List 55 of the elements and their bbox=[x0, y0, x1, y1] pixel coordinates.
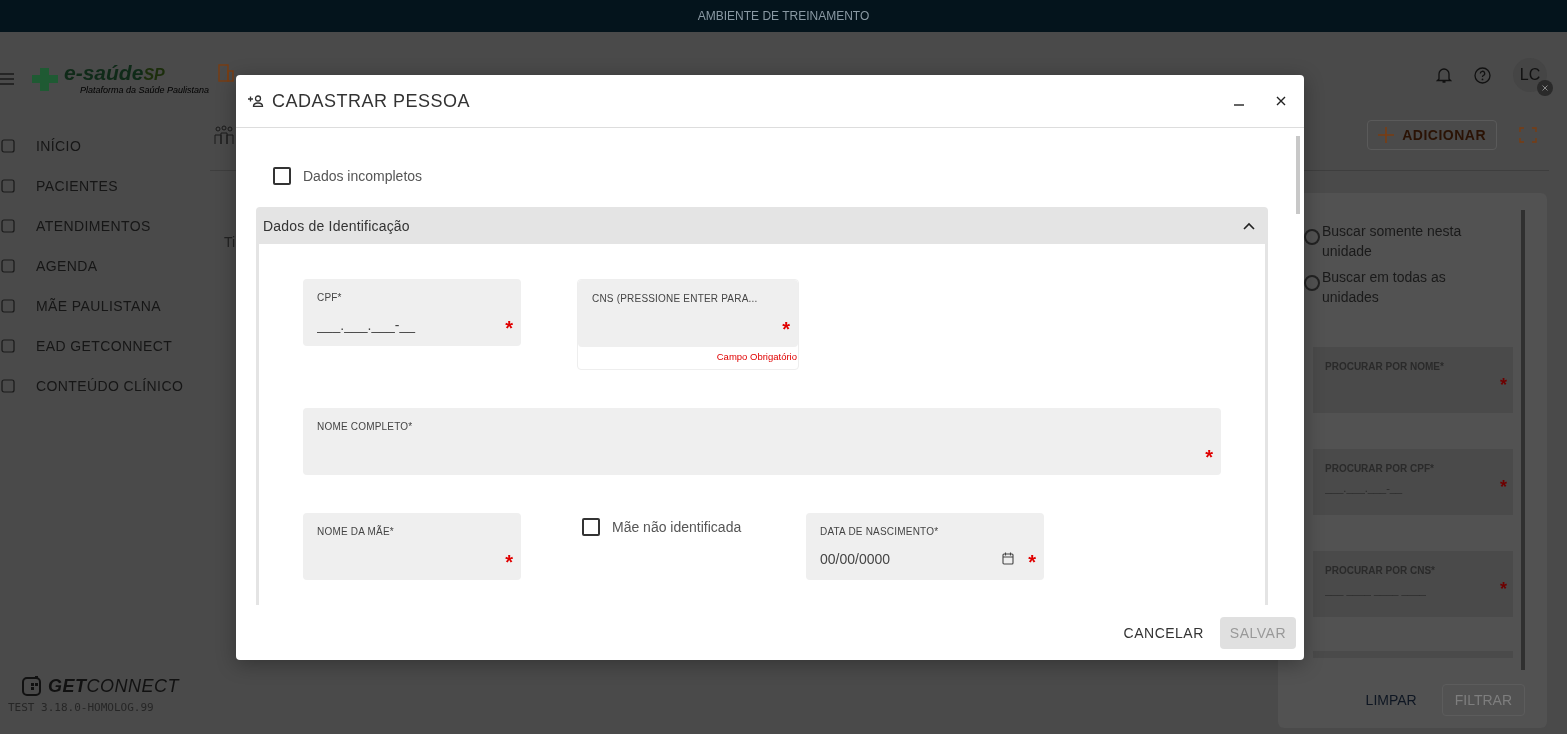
radio-label[interactable]: Buscar em todas as unidades bbox=[1322, 267, 1472, 307]
checkbox-label[interactable]: Mãe não identificada bbox=[612, 518, 742, 536]
dialog-title: CADASTRAR PESSOA bbox=[272, 90, 471, 112]
close-badge-icon[interactable] bbox=[1537, 80, 1553, 96]
banner-text: AMBIENTE DE TREINAMENTO bbox=[697, 9, 870, 23]
brand-name: GETCONNECT bbox=[48, 675, 179, 697]
scrollbar[interactable] bbox=[1521, 210, 1525, 670]
field-label: CPF* bbox=[317, 292, 343, 303]
logo-title: e-saúdeSP bbox=[64, 63, 166, 85]
calendar-icon[interactable] bbox=[1002, 552, 1015, 565]
required-mark: * bbox=[782, 318, 790, 341]
required-mark: * bbox=[505, 317, 513, 340]
cross-logo-icon bbox=[30, 66, 60, 92]
nav-icon bbox=[0, 218, 16, 234]
scrollbar[interactable] bbox=[1296, 136, 1300, 214]
add-button[interactable]: ADICIONAR bbox=[1367, 120, 1497, 150]
nav-icon bbox=[0, 298, 16, 314]
nav-icon bbox=[0, 258, 16, 274]
close-icon[interactable] bbox=[1276, 96, 1286, 106]
nav-icon bbox=[0, 378, 16, 394]
section-header[interactable]: Dados de Identificação bbox=[259, 207, 1265, 244]
bell-icon[interactable] bbox=[1436, 66, 1452, 84]
required-mark: * bbox=[1500, 375, 1507, 396]
input-field[interactable]: 00/00/0000 bbox=[820, 550, 989, 567]
checkbox-label[interactable]: Dados incompletos bbox=[303, 168, 423, 184]
checkbox[interactable] bbox=[273, 167, 291, 185]
nav-icon bbox=[0, 338, 16, 354]
checkbox[interactable] bbox=[582, 518, 600, 536]
required-mark: * bbox=[1205, 446, 1213, 469]
required-mark: * bbox=[505, 551, 513, 574]
dialog-button[interactable]: CANCELAR bbox=[1115, 616, 1212, 649]
field-label: NOME DA MÃE* bbox=[317, 526, 395, 537]
people-icon bbox=[213, 125, 235, 145]
error-message: Campo Obrigatório bbox=[715, 350, 798, 362]
add-person-icon bbox=[248, 95, 264, 107]
radio-label[interactable]: Buscar somente nesta unidade bbox=[1322, 221, 1472, 261]
required-mark: * bbox=[1500, 579, 1507, 600]
logo-subtitle: Plataforma da Saúde Paulistana bbox=[80, 85, 210, 95]
building-icon bbox=[218, 64, 234, 82]
field-label: DATA DE NASCIMENTO* bbox=[820, 526, 940, 537]
required-mark: * bbox=[1028, 551, 1036, 574]
required-mark: * bbox=[1500, 477, 1507, 498]
brand-icon bbox=[22, 675, 42, 697]
field-label: NOME COMPLETO* bbox=[317, 421, 414, 432]
plus-icon bbox=[1378, 127, 1395, 143]
chevron-icon[interactable] bbox=[1243, 221, 1255, 230]
input-field[interactable]: ___ ____ ____ ____ bbox=[1325, 584, 1475, 596]
input-field[interactable]: ___.___.___-__ bbox=[1325, 482, 1475, 494]
nav-icon bbox=[0, 178, 16, 194]
nav-icon bbox=[0, 138, 16, 154]
field-label: CNS (PRESSIONE ENTER PARA... bbox=[592, 293, 759, 304]
input-field[interactable]: ___.___.___-__ bbox=[317, 316, 492, 333]
menu-icon[interactable] bbox=[0, 73, 14, 85]
filter-button[interactable]: LIMPAR bbox=[1364, 684, 1418, 716]
help-icon[interactable] bbox=[1474, 66, 1491, 84]
